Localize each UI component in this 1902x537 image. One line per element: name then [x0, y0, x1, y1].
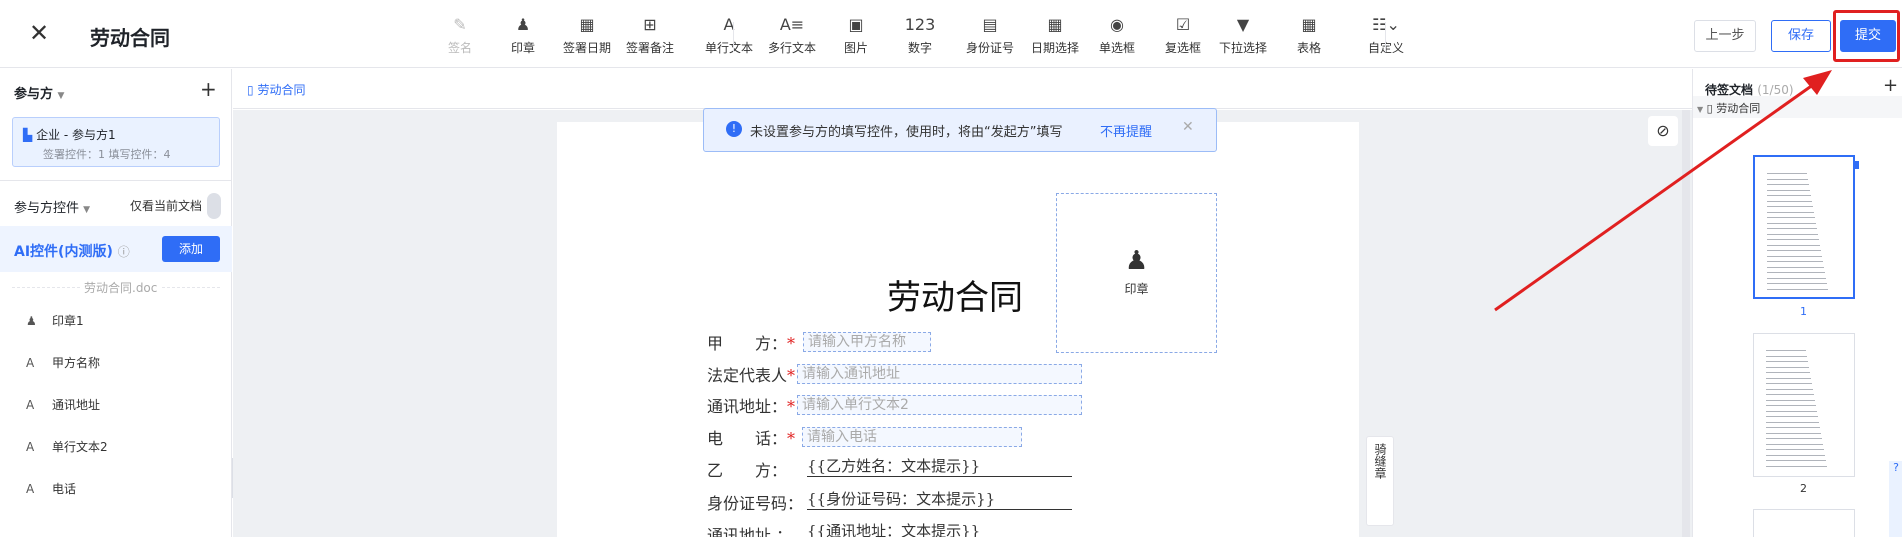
arrow-line: [1494, 80, 1818, 312]
annotation-arrow: [1494, 70, 1832, 312]
arrow-head: [1803, 70, 1832, 95]
